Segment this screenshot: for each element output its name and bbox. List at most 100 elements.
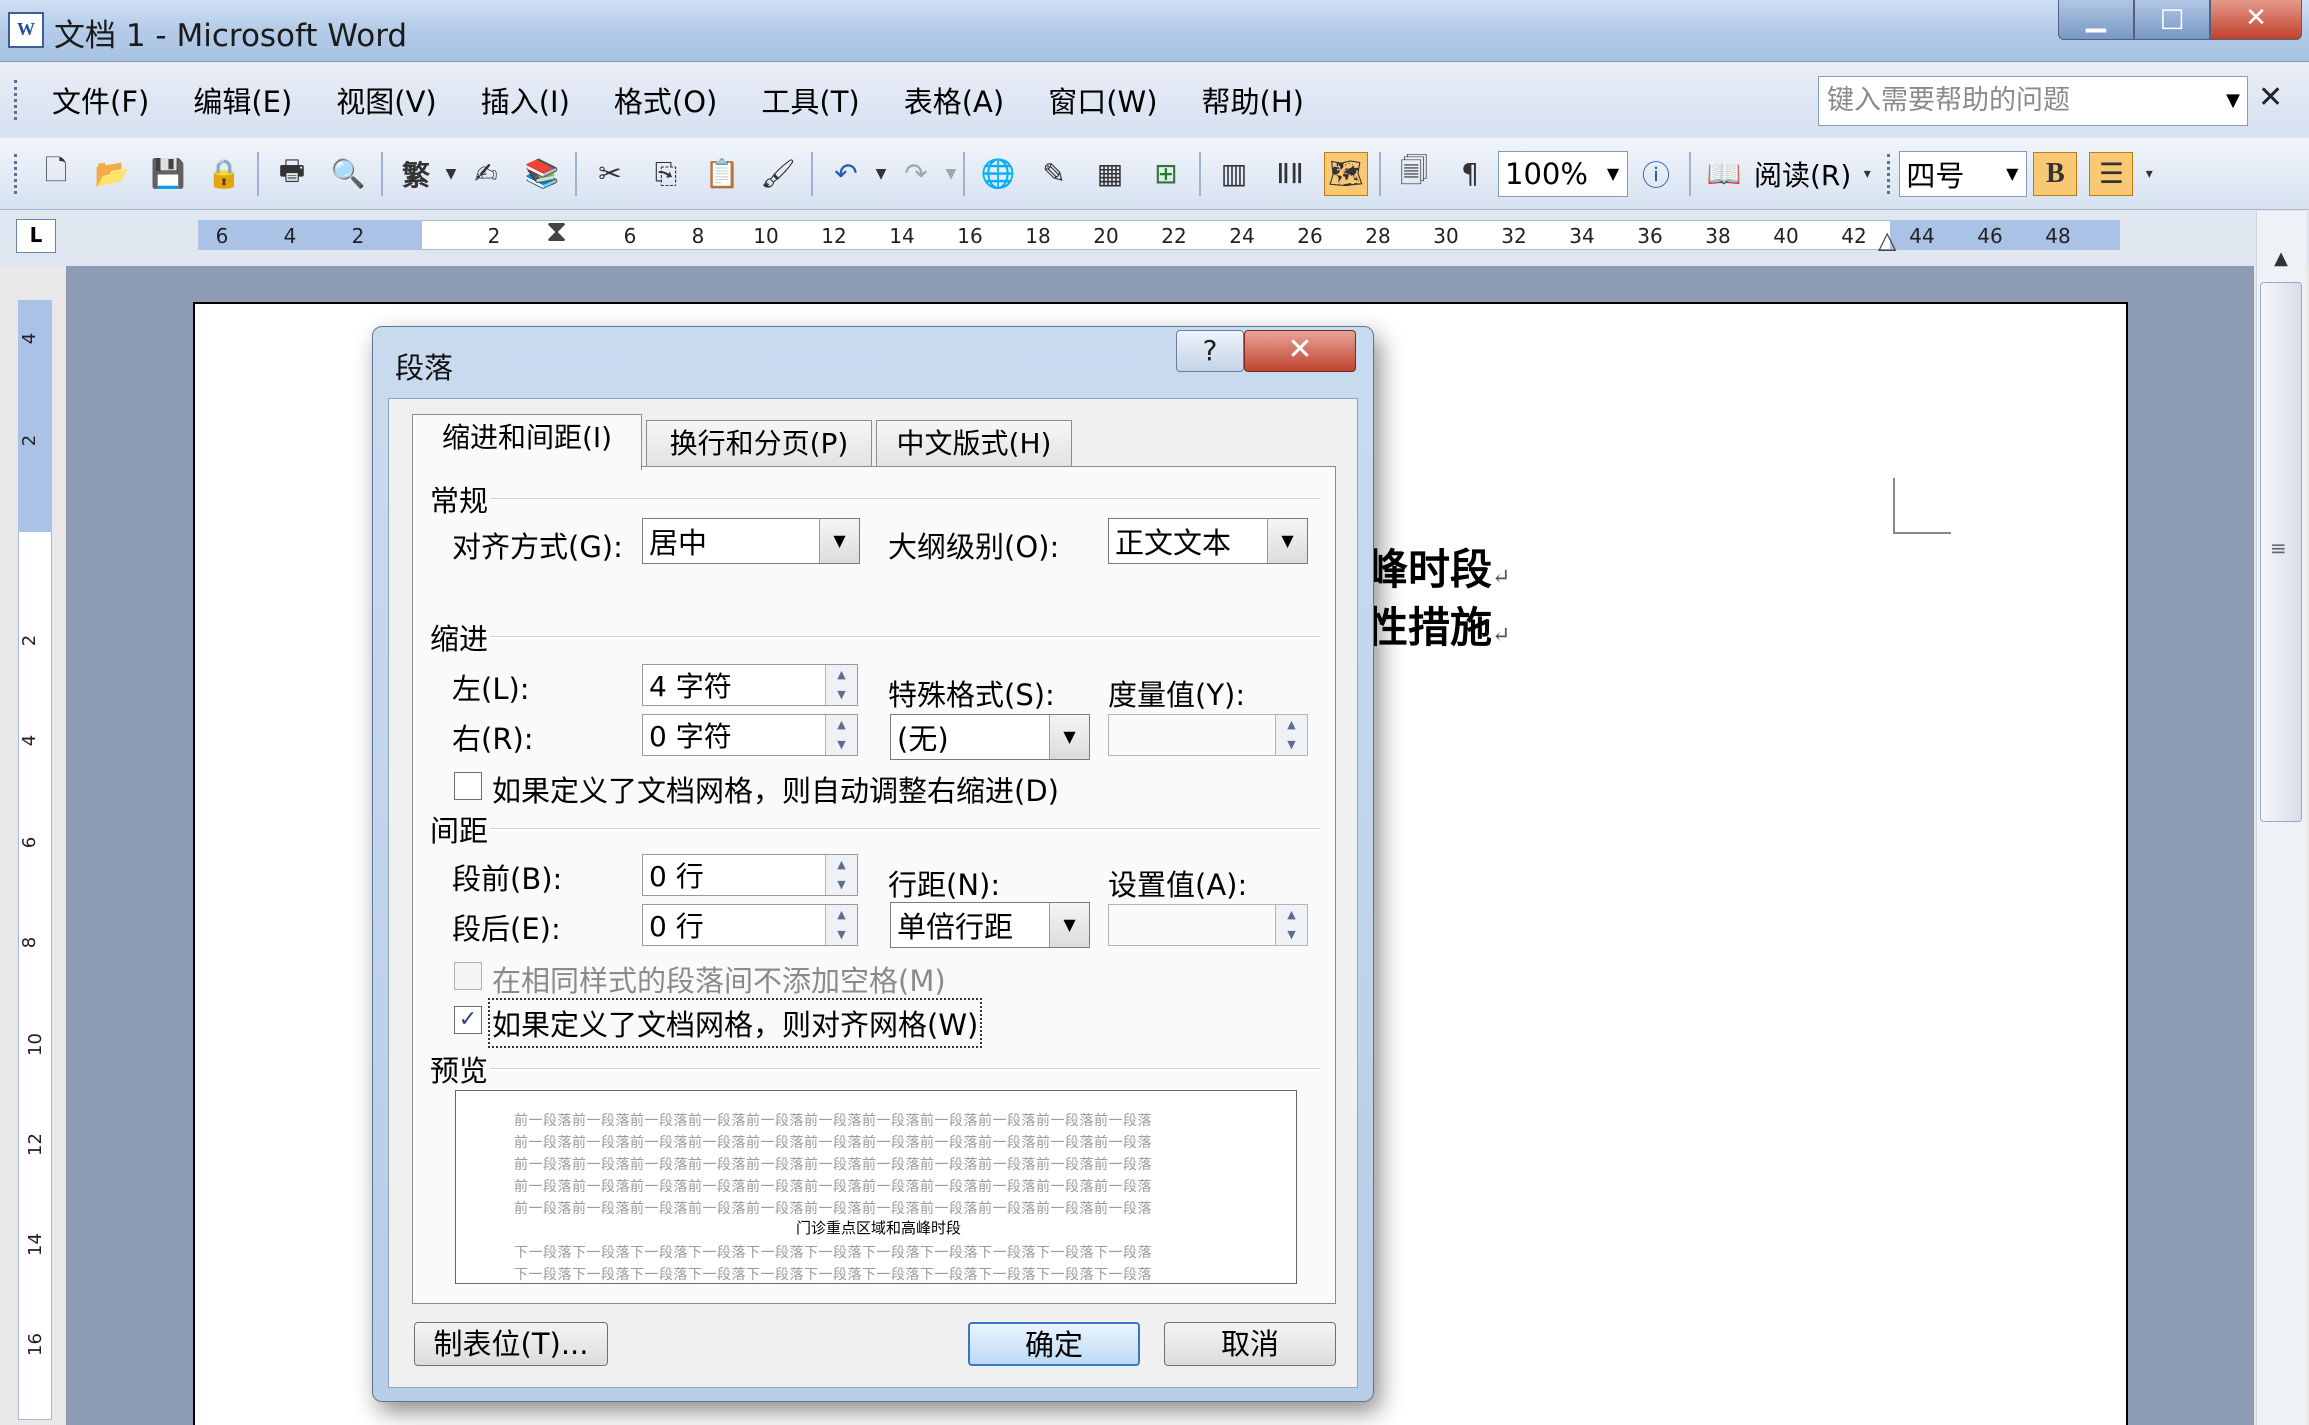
spin-down-icon[interactable]: ▼ xyxy=(826,925,857,945)
outline-level-select[interactable]: 正文文本 ▼ xyxy=(1108,518,1308,564)
chevron-down-icon[interactable]: ▼ xyxy=(1049,903,1089,947)
tab-indents-spacing[interactable]: 缩进和间距(I) xyxy=(412,414,642,470)
spin-down-icon[interactable]: ▼ xyxy=(1276,735,1307,755)
setting-value-input[interactable]: ▲ ▼ xyxy=(1108,904,1308,946)
columns-icon[interactable]: ▥ xyxy=(1212,152,1256,196)
first-line-indent-marker[interactable]: ⧗ xyxy=(546,214,567,249)
space-after-input[interactable]: 0 行 ▲ ▼ xyxy=(642,904,858,946)
paste-icon[interactable]: 📋 xyxy=(700,152,744,196)
spin-buttons[interactable]: ▲ ▼ xyxy=(825,665,857,705)
research-icon[interactable]: 📚 xyxy=(520,152,564,196)
right-indent-marker[interactable]: △ xyxy=(1878,226,1896,254)
no-space-same-style-label[interactable]: 在相同样式的段落间不添加空格(M) xyxy=(492,958,946,1000)
menu-help[interactable]: 帮助(H) xyxy=(1180,79,1326,121)
snap-to-grid-label[interactable]: 如果定义了文档网格，则对齐网格(W) xyxy=(487,998,983,1048)
chevron-down-icon[interactable]: ▼ xyxy=(819,519,859,563)
indent-left-input[interactable]: 4 字符 ▲ ▼ xyxy=(642,664,858,706)
menu-window[interactable]: 窗口(W) xyxy=(1026,79,1179,121)
chevron-down-icon[interactable]: ▼ xyxy=(1998,164,2026,183)
indent-right-input[interactable]: 0 字符 ▲ ▼ xyxy=(642,714,858,756)
menu-insert[interactable]: 插入(I) xyxy=(459,79,592,121)
insert-table-icon[interactable]: ▦ xyxy=(1088,152,1132,196)
word-app-icon[interactable]: W xyxy=(8,12,44,48)
spin-buttons[interactable]: ▲ ▼ xyxy=(825,715,857,755)
auto-adjust-indent-label[interactable]: 如果定义了文档网格，则自动调整右缩进(D) xyxy=(492,768,1059,810)
toolbar-options-icon[interactable]: ▾ xyxy=(1857,152,1877,196)
space-before-input[interactable]: 0 行 ▲ ▼ xyxy=(642,854,858,896)
copy-icon[interactable]: ⎘ xyxy=(644,152,688,196)
spin-down-icon[interactable]: ▼ xyxy=(826,875,857,895)
toolbar-grip[interactable] xyxy=(1887,153,1893,194)
cut-icon[interactable]: ✂ xyxy=(588,152,632,196)
menu-edit[interactable]: 编辑(E) xyxy=(171,79,314,121)
help-question-input[interactable]: 键入需要帮助的问题 xyxy=(1818,76,2248,126)
spin-up-icon[interactable]: ▲ xyxy=(1276,715,1307,735)
dialog-close-button[interactable]: ✕ xyxy=(1244,330,1356,372)
spin-up-icon[interactable]: ▲ xyxy=(826,855,857,875)
save-icon[interactable]: 💾 xyxy=(146,152,190,196)
no-space-same-style-checkbox[interactable] xyxy=(454,962,482,990)
maximize-button[interactable]: □ xyxy=(2134,0,2210,40)
align-center-icon[interactable]: ☰ xyxy=(2089,151,2134,196)
spin-buttons[interactable]: ▲ ▼ xyxy=(1275,905,1307,945)
spin-down-icon[interactable]: ▼ xyxy=(826,735,857,755)
scroll-up-icon[interactable]: ▲ xyxy=(2258,236,2304,282)
spin-up-icon[interactable]: ▲ xyxy=(826,665,857,685)
tab-line-page-breaks[interactable]: 换行和分页(P) xyxy=(646,420,872,468)
tabs-button[interactable]: 制表位(T)... xyxy=(414,1322,608,1366)
minimize-button[interactable]: ▁ xyxy=(2058,0,2134,40)
read-mode-icon[interactable]: 📖 xyxy=(1702,152,1746,196)
help-dropdown-icon[interactable]: ▼ xyxy=(2218,76,2248,126)
document-text-line[interactable]: 性措施↵ xyxy=(1366,594,1510,655)
document-map-icon[interactable]: 🗺 xyxy=(1324,151,1368,196)
spin-buttons[interactable]: ▲ ▼ xyxy=(1275,715,1307,755)
menu-tools[interactable]: 工具(T) xyxy=(739,79,881,121)
alignment-select[interactable]: 居中 ▼ xyxy=(642,518,860,564)
menu-table[interactable]: 表格(A) xyxy=(882,79,1026,121)
toolbar-grip[interactable] xyxy=(14,153,20,194)
chevron-down-icon[interactable]: ▼ xyxy=(444,152,458,196)
cancel-button[interactable]: 取消 xyxy=(1164,1322,1336,1366)
snap-to-grid-checkbox[interactable]: ✓ xyxy=(454,1006,482,1034)
insert-excel-icon[interactable]: ⊞ xyxy=(1144,152,1188,196)
chevron-down-icon[interactable]: ▼ xyxy=(1049,715,1089,759)
open-folder-icon[interactable]: 📂 xyxy=(90,152,134,196)
chevron-down-icon[interactable]: ▼ xyxy=(1267,519,1307,563)
doc-map-icon[interactable]: 🗐 xyxy=(1392,152,1436,196)
read-mode-button[interactable]: 阅读(R) xyxy=(1754,154,1851,194)
chevron-down-icon[interactable]: ▼ xyxy=(874,152,888,196)
document-text-line[interactable]: 峰时段↵ xyxy=(1366,536,1510,597)
chevron-down-icon[interactable]: ▼ xyxy=(944,152,958,196)
dialog-help-button[interactable]: ? xyxy=(1176,330,1244,372)
spelling-icon[interactable]: ✍ xyxy=(464,152,508,196)
menu-file[interactable]: 文件(F) xyxy=(30,79,171,121)
bold-button[interactable]: B xyxy=(2033,151,2078,196)
spin-down-icon[interactable]: ▼ xyxy=(1276,925,1307,945)
undo-icon[interactable]: ↶ xyxy=(824,152,868,196)
horizontal-ruler[interactable] xyxy=(198,220,2120,250)
menu-grip[interactable] xyxy=(14,80,20,120)
toolbar-options-icon[interactable]: ▾ xyxy=(2139,152,2159,196)
menu-view[interactable]: 视图(V) xyxy=(314,79,458,121)
show-hide-icon[interactable]: ¶ xyxy=(1448,152,1492,196)
tab-asian-typography[interactable]: 中文版式(H) xyxy=(876,420,1072,468)
hyperlink-icon[interactable]: 🌐 xyxy=(976,152,1020,196)
chevron-down-icon[interactable]: ▼ xyxy=(1599,164,1627,183)
spin-up-icon[interactable]: ▲ xyxy=(1276,905,1307,925)
tables-borders-icon[interactable]: ✎ xyxy=(1032,152,1076,196)
close-window-button[interactable]: ✕ xyxy=(2210,0,2302,40)
spin-down-icon[interactable]: ▼ xyxy=(826,685,857,705)
traditional-chinese-icon[interactable]: 繁 xyxy=(394,152,438,196)
ok-button[interactable]: 确定 xyxy=(968,1322,1140,1366)
spin-buttons[interactable]: ▲ ▼ xyxy=(825,855,857,895)
line-spacing-select[interactable]: 单倍行距 ▼ xyxy=(890,902,1090,948)
redo-icon[interactable]: ↷ xyxy=(894,152,938,196)
close-document-button[interactable]: ✕ xyxy=(2258,80,2283,115)
drawing-icon[interactable]: ⅡⅡ xyxy=(1268,152,1312,196)
spin-up-icon[interactable]: ▲ xyxy=(826,905,857,925)
measure-input[interactable]: ▲ ▼ xyxy=(1108,714,1308,756)
spin-up-icon[interactable]: ▲ xyxy=(826,715,857,735)
special-format-select[interactable]: (无) ▼ xyxy=(890,714,1090,760)
zoom-select[interactable]: 100% ▼ xyxy=(1498,150,1628,197)
menu-format[interactable]: 格式(O) xyxy=(592,79,739,121)
